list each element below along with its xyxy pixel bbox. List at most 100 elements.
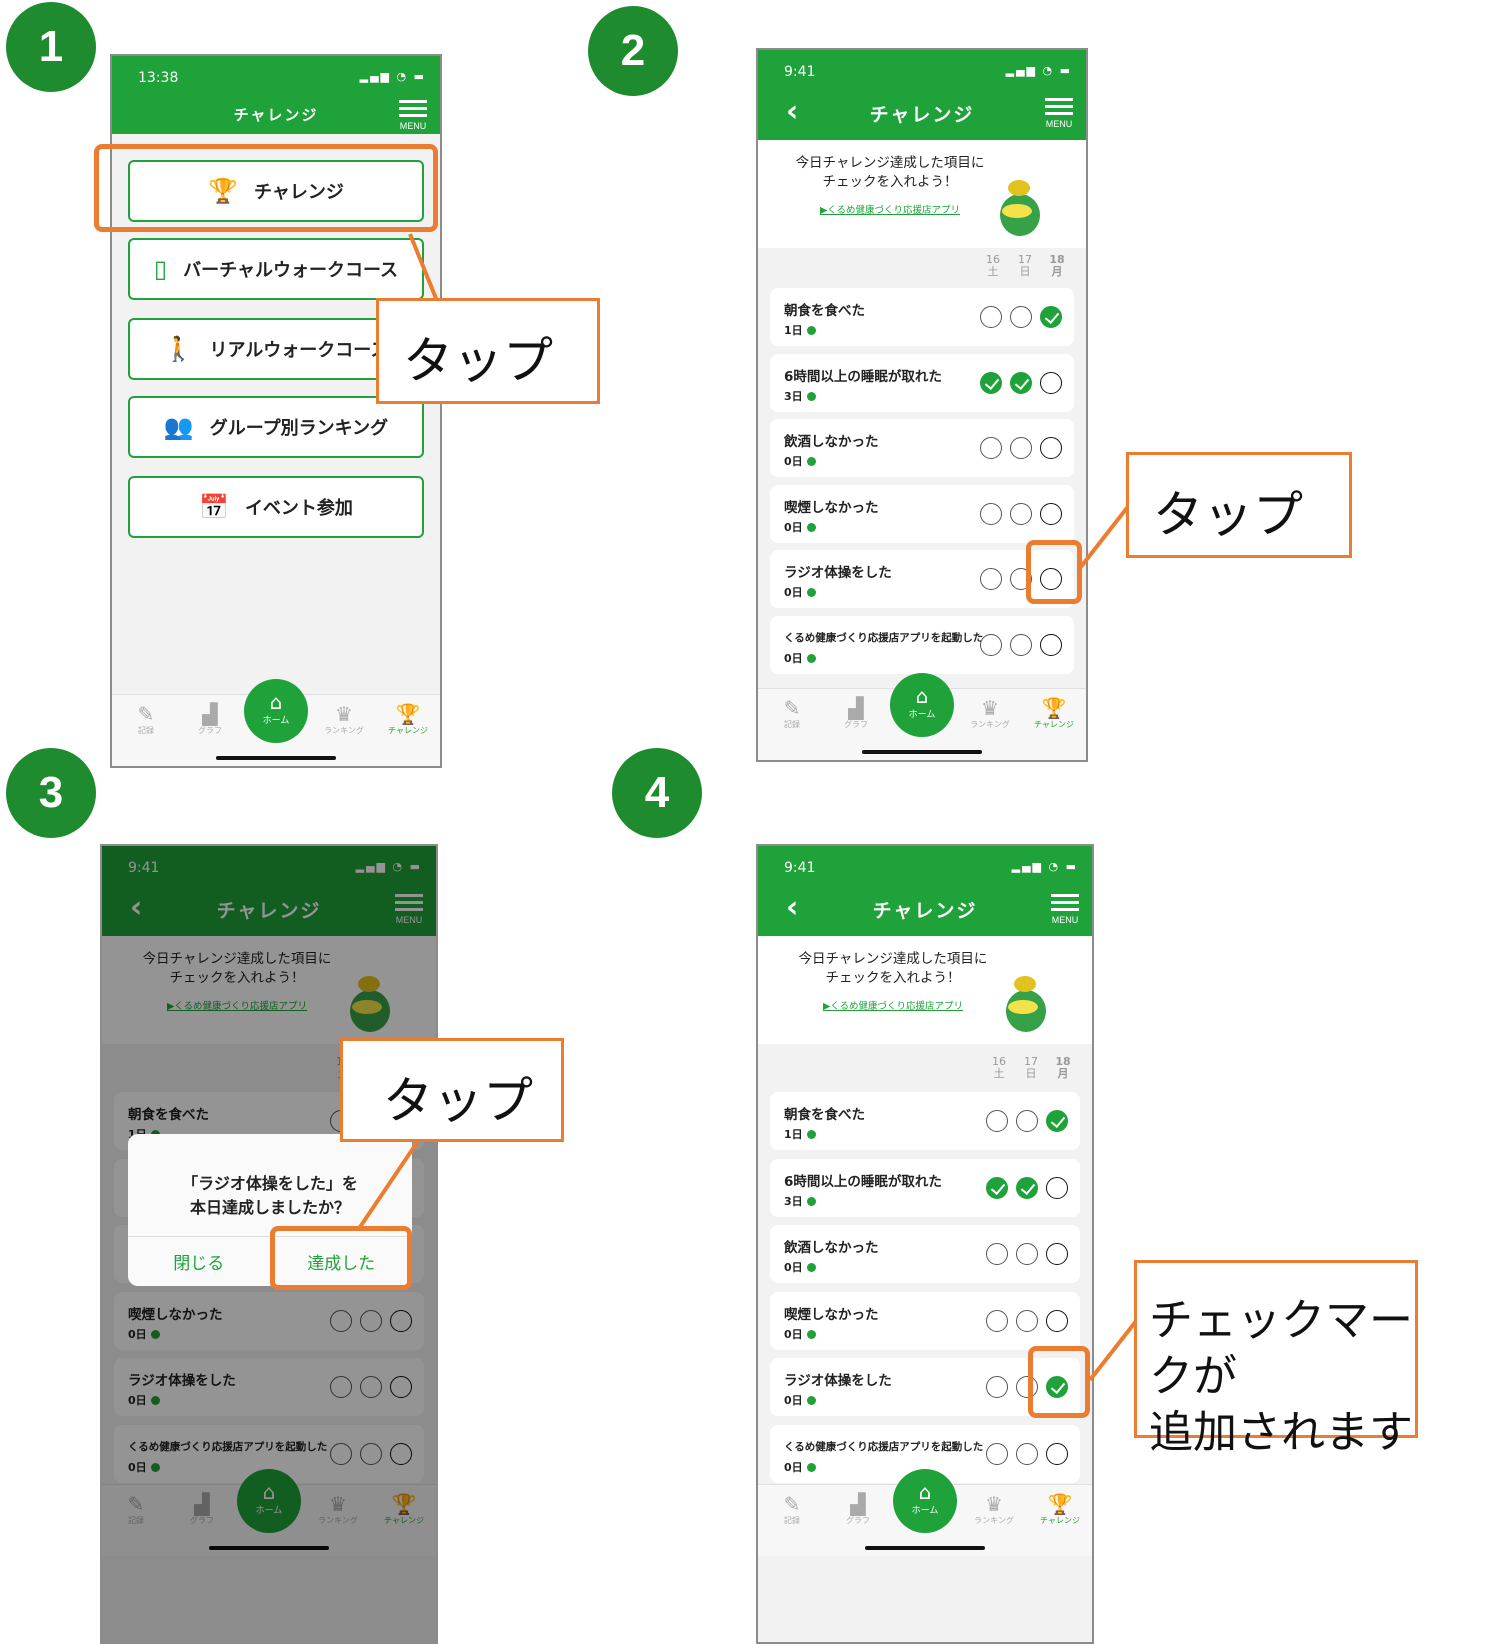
check-circle-empty-icon [980, 437, 1002, 459]
challenge-name: 朝食を食べた [784, 303, 865, 319]
challenge-day-count[interactable]: 0日 [784, 650, 816, 666]
tab-ranking[interactable]: ♛ ランキング [962, 697, 1018, 730]
step-badge-3: 3 [6, 748, 96, 838]
pencil-icon: ✎ [137, 702, 155, 726]
challenge-day-count[interactable]: 1日 [784, 1126, 816, 1142]
challenge-row: 喫煙しなかった 0日 [770, 1291, 1080, 1350]
tab-home[interactable]: ⌂ ホーム [894, 677, 950, 733]
tab-ranking[interactable]: ♛ ランキング [316, 703, 372, 736]
challenge-name: 飲酒しなかった [784, 1240, 879, 1256]
tab-bar: ✎ 記録 ▟ グラフ ⌂ ホーム ♛ ランキング 🏆 チャレンジ [758, 677, 1086, 760]
challenge-row: 6時間以上の睡眠が取れた 3日 [770, 353, 1074, 412]
check-circle-empty-icon[interactable] [1046, 1243, 1068, 1265]
challenge-day-count[interactable]: 0日 [784, 1392, 816, 1408]
check-circle-empty-icon [986, 1243, 1008, 1265]
challenge-name: 朝食を食べた [784, 1107, 865, 1123]
tab-graph[interactable]: ▟ グラフ [182, 703, 238, 736]
home-icon: ⌂ [269, 690, 283, 714]
check-circle-empty-icon [980, 568, 1002, 590]
check-circle-empty-icon[interactable] [1040, 437, 1062, 459]
menu-button[interactable]: MENU [1048, 890, 1082, 925]
menu-button[interactable]: MENU [396, 96, 430, 131]
menu-virtual-walk-button[interactable]: ▯ バーチャルウォークコース [128, 238, 424, 300]
challenge-day-count[interactable]: 0日 [784, 1459, 816, 1475]
check-circle-checked-icon [980, 371, 1002, 394]
challenge-day-count[interactable]: 0日 [784, 453, 816, 469]
tab-record[interactable]: ✎ 記録 [764, 1493, 820, 1526]
check-circle-empty-icon [1010, 306, 1032, 328]
callout-connector-4 [1088, 1315, 1141, 1382]
challenge-row: 6時間以上の睡眠が取れた 3日 [770, 1158, 1080, 1217]
check-circle-empty-icon[interactable] [1046, 1442, 1068, 1465]
challenge-day-count[interactable]: 0日 [784, 1259, 816, 1275]
app-link[interactable]: ▶くるめ健康づくり応援店アプリ [758, 998, 1028, 1012]
check-circle-empty-icon[interactable] [1046, 1176, 1068, 1199]
date-column-label: 17日 [1018, 253, 1032, 278]
tab-record[interactable]: ✎ 記録 [118, 703, 174, 736]
challenge-row: 飲酒しなかった 0日 [770, 1225, 1080, 1283]
tab-bar: ✎ 記録 ▟ グラフ ⌂ ホーム ♛ ランキング 🏆 チャレンジ [758, 1473, 1092, 1556]
challenge-row: 朝食を食べた 1日 [770, 1092, 1080, 1150]
home-indicator [216, 756, 336, 760]
tab-challenge[interactable]: 🏆 チャレンジ [1032, 1493, 1088, 1526]
tab-challenge[interactable]: 🏆 チャレンジ [380, 703, 436, 736]
challenge-row: 朝食を食べた 1日 [770, 288, 1074, 346]
intro-line-1: 今日チャレンジ達成した項目に [795, 155, 985, 171]
check-circle-empty-icon [986, 1442, 1008, 1465]
bar-chart-icon: ▟ [850, 1492, 866, 1516]
check-circle-empty-icon[interactable] [1040, 502, 1062, 525]
challenge-day-count[interactable]: 0日 [784, 519, 816, 535]
challenge-day-count[interactable]: 0日 [784, 584, 816, 600]
tab-graph[interactable]: ▟ グラフ [828, 697, 884, 730]
tab-home[interactable]: ⌂ ホーム [248, 683, 304, 739]
check-circle-empty-icon [986, 1309, 1008, 1332]
bar-chart-icon: ▟ [848, 696, 864, 720]
check-circle-empty-icon [1016, 1243, 1038, 1265]
walker-icon: 🚶 [163, 335, 194, 363]
menu-group-ranking-button[interactable]: 👥 グループ別ランキング [128, 396, 424, 458]
check-circle-empty-icon[interactable] [1040, 633, 1062, 656]
home-icon: ⌂ [918, 1480, 932, 1504]
tab-bar: ✎ 記録 ▟ グラフ ⌂ ホーム ♛ ランキング 🏆 チャレンジ [112, 683, 440, 766]
challenge-row: 飲酒しなかった 0日 [770, 419, 1074, 477]
pencil-icon: ✎ [783, 696, 801, 720]
challenge-day-count[interactable]: 3日 [784, 1193, 816, 1209]
check-circle-checked-icon [1010, 371, 1032, 394]
tab-home[interactable]: ⌂ ホーム [897, 1473, 953, 1529]
tab-challenge[interactable]: 🏆 チャレンジ [1026, 697, 1082, 730]
app-link[interactable]: ▶くるめ健康づくり応援店アプリ [758, 202, 1022, 216]
callout-tap-1: タップ [376, 298, 600, 404]
challenge-day-count[interactable]: 0日 [784, 1326, 816, 1342]
step-badge-1: 1 [6, 2, 96, 92]
challenge-day-count[interactable]: 3日 [784, 388, 816, 404]
tab-graph[interactable]: ▟ グラフ [830, 1493, 886, 1526]
check-circle-empty-icon[interactable] [1040, 371, 1062, 394]
check-circle-checked-icon[interactable] [1046, 1110, 1068, 1132]
tab-ranking[interactable]: ♛ ランキング [966, 1493, 1022, 1526]
check-circle-checked-icon [986, 1176, 1008, 1199]
date-column-label: 16土 [992, 1055, 1006, 1080]
page-title: チャレンジ [869, 104, 975, 126]
step-badge-2: 2 [588, 6, 678, 96]
mascot-icon [996, 180, 1042, 236]
check-circle-checked-icon[interactable] [1040, 306, 1062, 328]
highlight-radio-check [1026, 540, 1082, 604]
tab-record[interactable]: ✎ 記録 [764, 697, 820, 730]
dialog-close-button[interactable]: 閉じる [128, 1237, 271, 1286]
check-circle-empty-icon [1010, 502, 1032, 525]
pencil-icon: ✎ [783, 1492, 801, 1516]
challenge-name: くるめ健康づくり応援店アプリを起動した [784, 1440, 984, 1453]
bar-chart-icon: ▟ [202, 702, 218, 726]
check-circle-empty-icon[interactable] [1046, 1309, 1068, 1332]
challenge-name: 喫煙しなかった [784, 1306, 879, 1323]
menu-button[interactable]: MENU [1042, 94, 1076, 129]
menu-event-button[interactable]: 📅 イベント参加 [128, 476, 424, 538]
app-header: 9:41 ▂▄▆ ◔ ▬ ‹ チャレンジ MENU [758, 846, 1092, 936]
phone-map-icon: ▯ [153, 255, 168, 283]
crown-icon: ♛ [985, 1492, 1003, 1516]
check-circle-empty-icon [1016, 1442, 1038, 1465]
highlight-confirm-button [270, 1226, 412, 1290]
challenge-day-count[interactable]: 1日 [784, 322, 816, 338]
status-time: 9:41 [784, 860, 816, 876]
challenge-row: くるめ健康づくり応援店アプリを起動した 0日 [770, 615, 1074, 674]
